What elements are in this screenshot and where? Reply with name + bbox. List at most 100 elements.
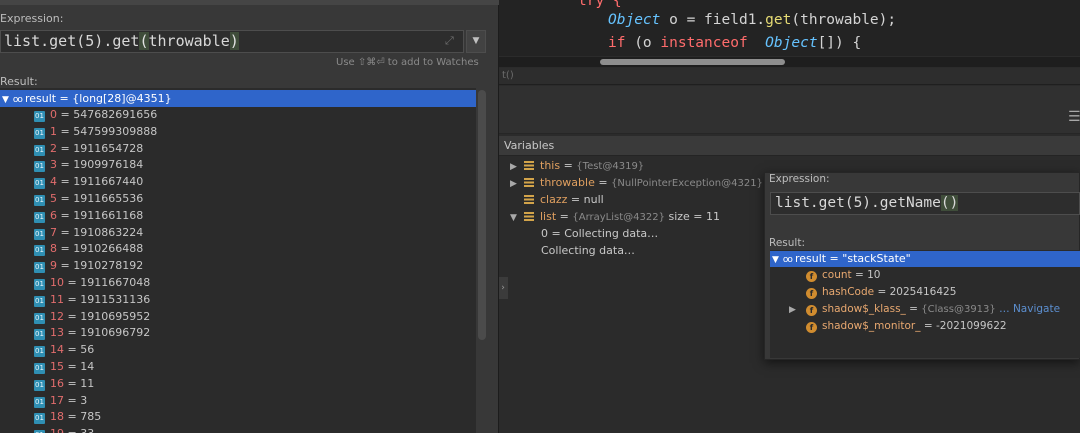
array-value: 1911654728 [73,141,144,155]
code-line: Object o = field1.get(throwable); [608,12,897,28]
array-index: 16 [50,376,64,390]
variable-icon [524,195,534,204]
array-item-row[interactable]: 01 0 = 547682691656 [34,107,157,123]
primitive-value-icon: 01 [34,211,45,223]
primitive-value-icon: 01 [34,144,45,156]
array-index: 7 [50,225,57,239]
array-index: 19 [50,427,64,433]
collapse-arrow-icon[interactable]: ▼ [510,210,524,226]
expand-arrow-icon[interactable]: ▶ [510,176,524,192]
watch-glasses-icon: oo [12,95,23,105]
variable-row[interactable]: clazz = null [510,192,604,208]
editor-scroll-thumb[interactable] [600,59,785,65]
breadcrumb[interactable]: t() [502,70,514,81]
variable-row[interactable]: ▶ throwable = {NullPointerException@4321} [510,175,763,191]
expand-editor-icon[interactable]: ⤢ [445,34,454,48]
array-value: 547682691656 [73,108,158,121]
array-value: 56 [80,343,95,357]
code-line: if (o instanceof Object[]) { [608,35,862,51]
array-item-row[interactable]: 01 12 = 1910695952 [34,309,150,325]
array-item-row[interactable]: 01 16 = 11 [34,376,94,392]
primitive-value-icon: 01 [34,111,45,122]
array-value: 785 [80,410,102,424]
array-index: 5 [50,192,57,205]
array-value: 14 [80,360,95,373]
expression-text[interactable]: list.get(5).get(throwable) [4,31,239,51]
array-index: 15 [50,360,64,373]
array-item-row[interactable]: 01 17 = 3 [34,393,87,409]
variable-row[interactable]: ▶ this = {Test@4319} [510,158,644,174]
array-index: 18 [50,410,64,424]
field-icon: f [806,322,817,333]
watch-hint: Use ⇧⌘⏎ to add to Watches [336,57,479,68]
result-label: Result: [0,75,38,88]
array-item-row[interactable]: 01 10 = 1911667048 [34,275,150,291]
array-item-row[interactable]: 01 13 = 1910696792 [34,325,150,341]
array-index: 12 [50,309,64,323]
variable-row[interactable]: ▼ list = {ArrayList@4322} size = 11 [510,209,720,225]
primitive-value-icon: 01 [34,329,45,341]
array-item-row[interactable]: 01 14 = 56 [34,342,94,358]
array-index: 2 [50,141,57,155]
primitive-value-icon: 01 [34,279,45,290]
field-row[interactable]: f shadow$_monitor_ = -2021099622 [806,318,1007,334]
array-item-row[interactable]: 01 4 = 1911667440 [34,174,143,190]
expand-arrow-icon[interactable]: ▶ [510,159,524,175]
collapse-arrow-icon[interactable]: ▼ [772,255,779,265]
layout-settings-icon[interactable]: ☰ [1068,109,1080,125]
primitive-value-icon: 01 [34,245,45,257]
field-row[interactable]: f hashCode = 2025416425 [806,284,956,300]
primitive-value-icon: 01 [34,379,45,391]
array-value: 1911667048 [80,276,151,289]
array-value: 1909976184 [73,158,144,172]
primitive-value-icon: 01 [34,363,45,374]
array-value: 1910695952 [80,309,151,323]
array-item-row[interactable]: 01 5 = 1911665536 [34,191,143,207]
primitive-value-icon: 01 [34,178,45,190]
array-item-row[interactable]: 01 6 = 1911661168 [34,208,143,224]
array-value: 3 [80,393,88,407]
primitive-value-icon: 01 [34,228,45,240]
array-value: 11 [80,376,95,390]
array-value: 1910266488 [73,242,144,256]
variable-icon [524,178,534,187]
variable-child-row[interactable]: 0 = Collecting data… [541,226,658,242]
field-row[interactable]: ▶ f shadow$_klass_ = {Class@3913} … Naviga… [789,301,1060,317]
expression-label: Expression: [0,12,64,25]
array-item-row[interactable]: 01 15 = 14 [34,359,94,375]
result-root[interactable]: ▼ oo result = {long[28]@4351} [2,91,172,108]
result-label: Result: [769,237,805,249]
collapse-arrow-icon[interactable]: ▼ [2,95,9,105]
array-item-row[interactable]: 01 9 = 1910278192 [34,258,143,274]
array-value: 1911531136 [80,292,151,306]
array-value: 33 [80,427,94,433]
array-item-row[interactable]: 0119 = 33 [34,426,94,433]
code-editor[interactable]: try { Object o = field1.get(throwable); … [498,0,1080,56]
popup-title-strip [0,0,499,5]
navigate-link[interactable]: … Navigate [999,303,1060,315]
primitive-value-icon: 01 [34,195,45,206]
array-item-row[interactable]: 01 8 = 1910266488 [34,241,143,257]
array-value: 547599309888 [73,124,158,138]
editor-horizontal-scrollbar[interactable] [498,57,1080,67]
array-item-row[interactable]: 01 2 = 1911654728 [34,141,143,157]
result-scrollbar[interactable] [478,90,486,340]
array-item-row[interactable]: 01 3 = 1909976184 [34,157,143,173]
array-item-row[interactable]: 01 1 = 547599309888 [34,124,157,140]
result-root[interactable]: ▼ oo result = "stackState" [772,251,911,268]
array-item-row[interactable]: 01 11 = 1911531136 [34,292,150,308]
array-index: 1 [50,124,57,138]
field-icon: f [806,305,817,316]
array-index: 8 [50,242,57,256]
panel-collapse-button[interactable]: › [498,277,508,299]
variable-child-row[interactable]: Collecting data… [541,243,635,259]
expand-arrow-icon[interactable]: ▶ [789,302,806,318]
watch-glasses-icon: oo [782,255,793,265]
expression-text[interactable]: list.get(5).getName() [775,193,959,213]
array-item-row[interactable]: 01 7 = 1910863224 [34,225,143,241]
array-item-row[interactable]: 01 18 = 785 [34,409,101,425]
primitive-value-icon: 01 [34,346,45,358]
field-row[interactable]: f count = 10 [806,267,880,283]
field-icon: f [806,271,817,282]
history-dropdown-button[interactable]: ▼ [466,30,486,53]
